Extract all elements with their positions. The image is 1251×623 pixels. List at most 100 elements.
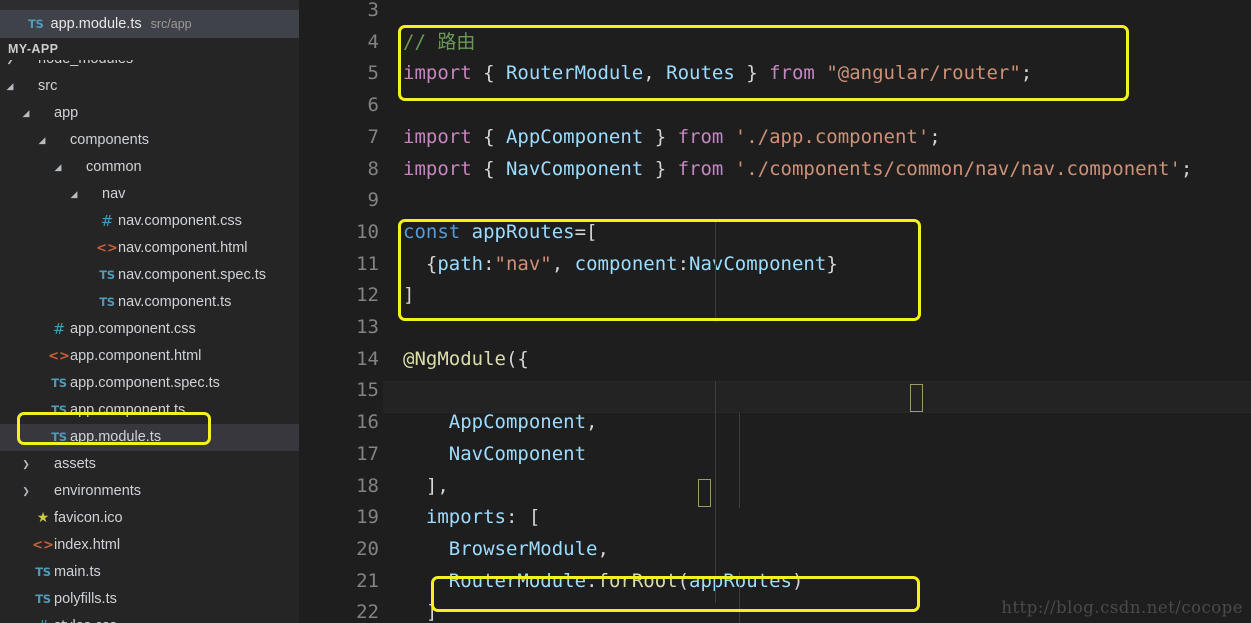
explorer-item-app-component-spec-ts[interactable]: TS app.component.spec.ts (0, 370, 299, 397)
explorer-item-polyfills-ts[interactable]: TS polyfills.ts (0, 586, 299, 613)
code-token: appRoutes (471, 220, 575, 243)
code-line[interactable] (299, 0, 1251, 27)
code-line[interactable]: NavComponent (299, 439, 1251, 471)
explorer-item-common[interactable]: ◢ common (0, 154, 299, 181)
explorer-item-index-html[interactable]: <> index.html (0, 532, 299, 559)
code-line[interactable]: imports: [ (299, 502, 1251, 534)
explorer-item-components[interactable]: ◢ components (0, 127, 299, 154)
code-token: ; (1020, 62, 1033, 85)
code-line[interactable]: const appRoutes=[ (299, 217, 1251, 249)
quick-open-result-previous[interactable]: <>nav.component.htmlsrc/app/comm (0, 0, 299, 10)
explorer-item-label: nav.component.spec.ts (118, 267, 267, 283)
explorer-item-nav-component-html[interactable]: <> nav.component.html (0, 235, 299, 262)
explorer-item-main-ts[interactable]: TS main.ts (0, 559, 299, 586)
code-line[interactable]: import { NavComponent } from './componen… (299, 154, 1251, 186)
explorer-item-nav-component-spec-ts[interactable]: TS nav.component.spec.ts (0, 262, 299, 289)
chevron-down-icon[interactable]: ◢ (52, 154, 64, 181)
code-line[interactable]: {path:"nav", component:NavComponent} (299, 249, 1251, 281)
line-number: 3 (367, 0, 379, 21)
line-number: 8 (367, 157, 379, 180)
explorer-item-app-component-ts[interactable]: TS app.component.ts (0, 397, 299, 424)
code-token: : [ (505, 506, 541, 529)
chevron-right-icon[interactable]: ❯ (20, 478, 32, 505)
explorer-item-favicon-ico[interactable]: ★ favicon.ico (0, 505, 299, 532)
line-number: 7 (367, 125, 379, 148)
code-line-text: import { NavComponent } from './componen… (403, 154, 1192, 186)
explorer-item-src[interactable]: ◢ src (0, 73, 299, 100)
explorer-item-app-component-css[interactable]: # app.component.css (0, 316, 299, 343)
code-token: ) (791, 569, 804, 592)
code-token: , (643, 62, 667, 85)
watermark-url: http://blog.csdn.net/cocope (1001, 598, 1243, 617)
explorer-item-environments[interactable]: ❯ environments (0, 478, 299, 505)
editor-vertical-scrollbar[interactable] (1237, 0, 1251, 623)
code-token: NavComponent (505, 157, 644, 180)
code-line[interactable]: @NgModule({ (299, 344, 1251, 376)
code-line-text: @NgModule({ (403, 344, 529, 376)
code-token: import (403, 62, 472, 85)
code-token: { (471, 62, 506, 85)
chevron-down-icon[interactable]: ◢ (4, 73, 16, 100)
explorer-item-nav[interactable]: ◢ nav (0, 181, 299, 208)
explorer-item-app[interactable]: ◢ app (0, 100, 299, 127)
code-line[interactable] (299, 312, 1251, 344)
code-line[interactable] (299, 90, 1251, 122)
explorer-item-nav-component-ts[interactable]: TS nav.component.ts (0, 289, 299, 316)
line-number: 10 (356, 220, 379, 243)
indent-guide (739, 413, 740, 508)
code-token: NavComponent (689, 252, 827, 275)
file-explorer-tree[interactable]: ❯node_modules◢src◢app◢components◢common◢… (0, 46, 299, 623)
code-token: ; (929, 125, 941, 148)
explorer-item-assets[interactable]: ❯ assets (0, 451, 299, 478)
ts-file-icon: TS (51, 376, 67, 390)
explorer-item-nav-component-css[interactable]: # nav.component.css (0, 208, 299, 235)
chevron-right-icon[interactable]: ❯ (20, 451, 32, 478)
quick-open-overlay[interactable]: <>nav.component.htmlsrc/app/comm TS app.… (0, 0, 299, 38)
line-number: 14 (356, 347, 379, 370)
explorer-item-label: app.component.ts (70, 402, 186, 418)
line-number: 21 (356, 569, 379, 592)
quick-open-result-selected[interactable]: TS app.module.ts src/app (0, 10, 299, 38)
code-token: import (403, 157, 472, 180)
chevron-down-icon[interactable]: ◢ (20, 100, 32, 127)
explorer-item-label: app.module.ts (70, 429, 162, 445)
code-line[interactable]: // 路由 (299, 27, 1251, 59)
chevron-down-icon[interactable]: ◢ (36, 127, 48, 154)
code-line-text: ] (403, 280, 414, 312)
code-token: './app.component' (734, 125, 930, 148)
code-line[interactable]: import { AppComponent } from './app.comp… (299, 122, 1251, 154)
code-line-text: NavComponent (403, 439, 586, 471)
explorer-item-app-module-ts[interactable]: TS app.module.ts (0, 424, 299, 451)
code-line[interactable] (299, 185, 1251, 217)
code-line[interactable]: RouterModule.forRoot(appRoutes) (299, 566, 1251, 598)
code-text-area[interactable]: 3 4 // 路由 5 import { RouterModule, Routes } … (299, 0, 1251, 623)
code-token: from (677, 157, 724, 180)
code-line-text: ] (403, 597, 437, 623)
code-token: } (643, 125, 678, 148)
explorer-item-app-component-html[interactable]: <> app.component.html (0, 343, 299, 370)
explorer-section-title: MY-APP (0, 38, 299, 60)
code-line[interactable]: ] (299, 280, 1251, 312)
code-line[interactable]: ], (299, 471, 1251, 503)
chevron-down-icon[interactable]: ◢ (68, 181, 80, 208)
explorer-item-styles-css[interactable]: #styles.css (0, 613, 299, 623)
code-line[interactable]: import { RouterModule, Routes } from "@a… (299, 58, 1251, 90)
explorer-item-label: environments (54, 483, 142, 499)
quick-open-selected-name: app.module.ts (50, 16, 142, 32)
code-editor[interactable]: 3 4 // 路由 5 import { RouterModule, Routes } … (299, 0, 1251, 623)
ts-file-icon: TS (99, 295, 115, 309)
explorer-item-label: nav (102, 186, 126, 202)
code-token: // 路由 (403, 30, 476, 53)
code-line[interactable]: BrowserModule, (299, 534, 1251, 566)
code-line-text: // 路由 (403, 27, 475, 59)
code-line-text: ], (403, 471, 449, 503)
